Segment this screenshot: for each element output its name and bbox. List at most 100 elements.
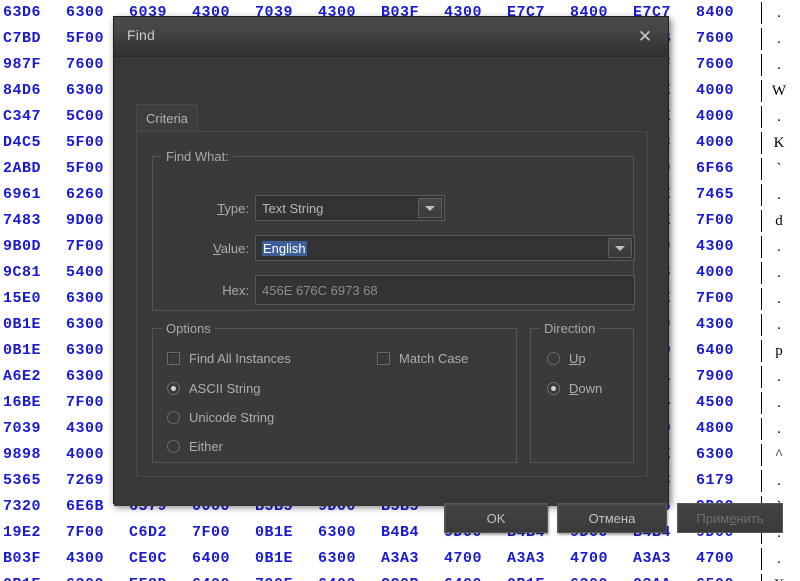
hex-group[interactable]: CE0C <box>129 546 192 572</box>
hex-field[interactable]: 456E 676C 6973 68 <box>255 275 635 305</box>
hex-group[interactable]: 9C81 <box>3 260 66 286</box>
dialog-title-bar[interactable]: Find ✕ <box>114 17 668 57</box>
ascii-cell[interactable]: K <box>768 130 790 156</box>
hex-group[interactable]: 6179 <box>696 468 759 494</box>
hex-group[interactable]: 19E2 <box>3 520 66 546</box>
hex-group[interactable]: 6300 <box>318 520 381 546</box>
hex-group[interactable]: 84D6 <box>3 78 66 104</box>
hex-group[interactable]: 4000 <box>696 260 759 286</box>
hex-group[interactable]: 4000 <box>696 104 759 130</box>
value-input[interactable]: English <box>262 240 307 256</box>
hex-group[interactable]: 0B1E <box>3 572 66 581</box>
hex-group[interactable]: 4700 <box>696 546 759 572</box>
hex-group[interactable]: 7039 <box>3 416 66 442</box>
hex-group[interactable]: 7F00 <box>696 286 759 312</box>
hex-group[interactable]: 6961 <box>3 182 66 208</box>
hex-group[interactable]: 790F <box>255 572 318 581</box>
hex-group[interactable]: 4000 <box>696 130 759 156</box>
hex-group[interactable]: 6300 <box>318 546 381 572</box>
chevron-down-icon[interactable] <box>418 198 442 218</box>
hex-group[interactable]: CC0B <box>381 572 444 581</box>
hex-group[interactable]: 4000 <box>696 78 759 104</box>
cancel-button[interactable]: Отмена <box>557 503 667 533</box>
close-icon[interactable]: ✕ <box>632 26 658 48</box>
ascii-cell[interactable]: . <box>768 312 790 338</box>
hex-group[interactable]: D4C5 <box>3 130 66 156</box>
hex-group[interactable]: 7600 <box>696 52 759 78</box>
hex-group[interactable]: C6D2 <box>129 520 192 546</box>
hex-group[interactable]: 0B1E <box>3 312 66 338</box>
hex-group[interactable]: 6300 <box>696 442 759 468</box>
hex-group[interactable]: A3A3 <box>507 546 570 572</box>
type-combobox[interactable]: Text String <box>255 195 445 221</box>
hex-group[interactable]: 987F <box>3 52 66 78</box>
ascii-cell[interactable]: p <box>768 338 790 364</box>
hex-group[interactable]: 6400 <box>444 572 507 581</box>
hex-group[interactable]: C7BD <box>3 26 66 52</box>
hex-group[interactable]: C347 <box>3 104 66 130</box>
checkbox-match-case[interactable]: Match Case <box>377 351 468 366</box>
hex-group[interactable]: A3A3 <box>381 546 444 572</box>
ascii-cell[interactable]: . <box>768 260 790 286</box>
ascii-cell[interactable]: . <box>768 390 790 416</box>
hex-group[interactable]: 4700 <box>570 546 633 572</box>
hex-group[interactable]: B03F <box>3 546 66 572</box>
ascii-cell[interactable]: . <box>768 26 790 52</box>
ascii-cell[interactable]: . <box>768 0 790 26</box>
ascii-cell[interactable]: . <box>768 182 790 208</box>
value-chevron-down-icon[interactable] <box>608 238 632 258</box>
hex-row[interactable]: B03F 4300 CE0C 6400 0B1E 6300 A3A3 4700 A3A3 4700… <box>0 546 800 572</box>
hex-group[interactable]: 03AA <box>633 572 696 581</box>
radio-unicode-string[interactable]: Unicode String <box>167 410 274 425</box>
hex-group[interactable]: 7465 <box>696 182 759 208</box>
hex-group[interactable]: 0B1E <box>255 520 318 546</box>
tab-criteria[interactable]: Criteria <box>136 104 198 132</box>
hex-group[interactable]: 4500 <box>696 390 759 416</box>
hex-group[interactable]: 9898 <box>3 442 66 468</box>
ascii-cell[interactable]: X <box>768 572 790 581</box>
ascii-cell[interactable]: . <box>768 104 790 130</box>
hex-group[interactable]: A6E2 <box>3 364 66 390</box>
hex-group[interactable]: 7320 <box>3 494 66 520</box>
radio-either[interactable]: Either <box>167 439 223 454</box>
radio-ascii-string[interactable]: ASCII String <box>167 381 261 396</box>
hex-row[interactable]: 0B1E6300EF8D6400790F6400CC0B64000B1E6300… <box>0 572 800 581</box>
hex-group[interactable]: 4700 <box>444 546 507 572</box>
ascii-cell[interactable]: W <box>768 78 790 104</box>
hex-group[interactable]: 7F00 <box>192 520 255 546</box>
hex-group[interactable]: 7483 <box>3 208 66 234</box>
hex-group[interactable]: 7600 <box>696 26 759 52</box>
hex-group[interactable]: 6400 <box>318 572 381 581</box>
hex-group[interactable]: A3A3 <box>633 546 696 572</box>
hex-group[interactable]: 0B1E <box>255 546 318 572</box>
hex-group[interactable]: 0B1E <box>507 572 570 581</box>
hex-group[interactable]: 63D6 <box>3 0 66 26</box>
hex-group[interactable]: 4300 <box>696 312 759 338</box>
hex-group[interactable]: 8400 <box>696 0 759 26</box>
hex-group[interactable]: 7900 <box>696 364 759 390</box>
hex-group[interactable]: 6500 <box>696 572 759 581</box>
ascii-cell[interactable]: . <box>768 364 790 390</box>
hex-group[interactable]: 0B1E <box>3 338 66 364</box>
hex-group[interactable]: 6300 <box>570 572 633 581</box>
hex-group[interactable]: 6400 <box>696 338 759 364</box>
hex-group[interactable]: 6400 <box>192 546 255 572</box>
ok-button[interactable]: OK <box>444 503 548 533</box>
hex-group[interactable]: 6400 <box>192 572 255 581</box>
ascii-cell[interactable]: d <box>768 208 790 234</box>
hex-group[interactable]: B4B4 <box>381 520 444 546</box>
ascii-cell[interactable]: . <box>768 52 790 78</box>
ascii-cell[interactable]: ` <box>768 156 790 182</box>
hex-group[interactable]: 7F00 <box>66 520 129 546</box>
ascii-cell[interactable]: . <box>768 234 790 260</box>
hex-group[interactable]: EF8D <box>129 572 192 581</box>
hex-group[interactable]: 7F00 <box>696 208 759 234</box>
hex-group[interactable]: 6F66 <box>696 156 759 182</box>
ascii-cell[interactable]: . <box>768 286 790 312</box>
ascii-cell[interactable]: . <box>768 416 790 442</box>
value-combobox[interactable]: English <box>255 235 635 261</box>
hex-group[interactable]: 6300 <box>66 572 129 581</box>
hex-group[interactable]: 5365 <box>3 468 66 494</box>
hex-group[interactable]: 15E0 <box>3 286 66 312</box>
ascii-cell[interactable]: ^ <box>768 442 790 468</box>
